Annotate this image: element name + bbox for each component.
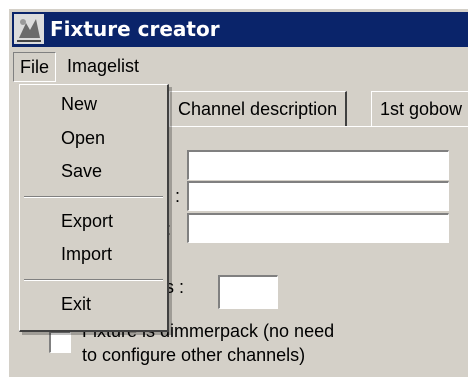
tab-channel-description[interactable]: Channel description (169, 91, 348, 126)
channels-input[interactable] (218, 275, 278, 309)
dimmerpack-label-line2: to configure other channels) (82, 345, 306, 365)
text-field-2[interactable] (187, 181, 449, 211)
fixture-creator-window: Fixture creator File Imagelist Channel d… (8, 8, 468, 377)
menu-separator (24, 279, 163, 281)
menu-separator (24, 196, 163, 198)
text-field-3[interactable] (187, 213, 449, 243)
app-icon (14, 14, 44, 44)
file-menu-dropdown: New Open Save Export Import Exit (19, 84, 169, 332)
menu-item-new[interactable]: New (61, 94, 97, 115)
menu-file[interactable]: File (13, 52, 57, 82)
text-field-1[interactable] (187, 150, 449, 180)
menu-item-export[interactable]: Export (61, 211, 113, 232)
menu-item-exit[interactable]: Exit (61, 294, 91, 315)
menu-imagelist[interactable]: Imagelist (61, 52, 145, 80)
menu-item-save[interactable]: Save (61, 161, 102, 182)
menu-item-open[interactable]: Open (61, 128, 105, 149)
menu-bar: File Imagelist (9, 49, 468, 83)
tab-panel-border (159, 126, 468, 127)
title-bar[interactable]: Fixture creator (12, 12, 468, 47)
field-label-2: : (175, 186, 181, 206)
dimmerpack-checkbox[interactable] (49, 331, 71, 353)
tab-1st-gobow[interactable]: 1st gobow (371, 91, 468, 126)
menu-item-import[interactable]: Import (61, 244, 112, 265)
window-title: Fixture creator (50, 17, 220, 41)
